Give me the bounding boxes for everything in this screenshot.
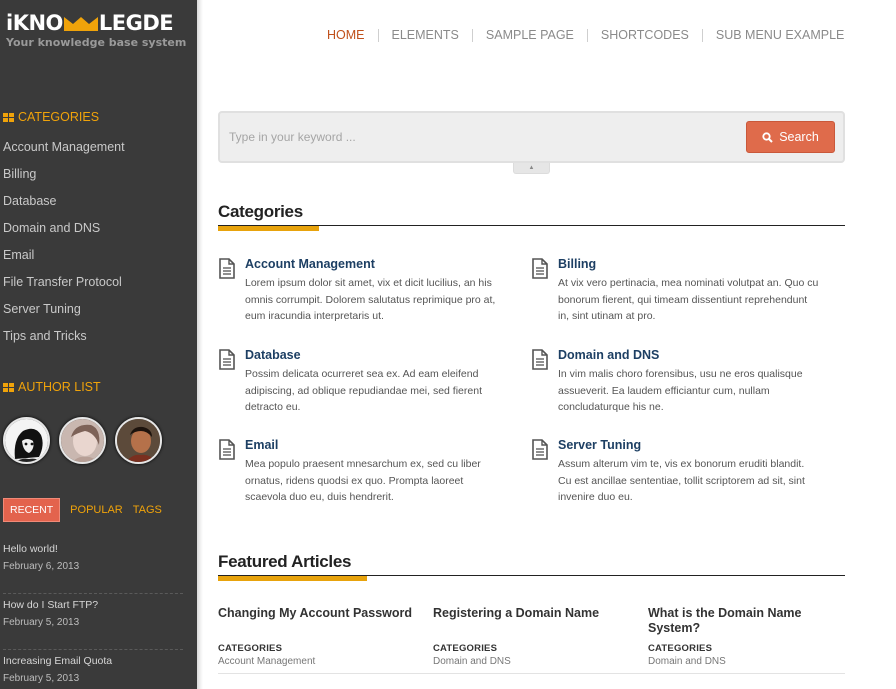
category-card-description: At vix vero pertinacia, mea nominati vol… bbox=[558, 277, 819, 322]
featured-article-category[interactable]: Domain and DNS bbox=[433, 656, 511, 667]
featured-article-category-label: CATEGORIES bbox=[218, 643, 283, 654]
sidebar-item-email[interactable]: Email bbox=[3, 247, 125, 274]
sidebar-item-domain-and-dns[interactable]: Domain and DNS bbox=[3, 220, 125, 247]
category-card-description: In vim malis choro forensibus, usu ne er… bbox=[558, 368, 803, 413]
sidebar-item-tips-and-tricks[interactable]: Tips and Tricks bbox=[3, 328, 125, 355]
featured-article-category-label: CATEGORIES bbox=[433, 643, 498, 654]
category-card-title[interactable]: Database bbox=[245, 348, 301, 362]
section-accent-bar bbox=[218, 226, 319, 231]
logo-title-left: iKNO bbox=[6, 11, 63, 35]
category-card-title[interactable]: Domain and DNS bbox=[558, 348, 659, 362]
main-nav: HOME ELEMENTS SAMPLE PAGE SHORTCODES SUB… bbox=[327, 28, 844, 42]
avatar[interactable] bbox=[115, 417, 162, 464]
search-icon bbox=[762, 131, 773, 143]
categories-heading: CATEGORIES bbox=[3, 110, 99, 124]
search-input[interactable] bbox=[220, 113, 740, 161]
category-card-title[interactable]: Email bbox=[245, 438, 278, 452]
list-item: How do I Start FTP? February 5, 2013 bbox=[3, 594, 183, 650]
nav-home[interactable]: HOME bbox=[327, 28, 365, 42]
nav-divider bbox=[471, 28, 473, 42]
category-card-description: Assum alterum vim te, vis ex bonorum eru… bbox=[558, 458, 805, 503]
nav-elements[interactable]: ELEMENTS bbox=[392, 28, 459, 42]
avatar[interactable] bbox=[3, 417, 50, 464]
author-portrait-icon bbox=[61, 419, 104, 462]
featured-article: What is the Domain Name System? CATEGORI… bbox=[648, 606, 828, 667]
list-item: Increasing Email Quota February 5, 2013 bbox=[3, 650, 183, 689]
featured-article-category[interactable]: Domain and DNS bbox=[648, 656, 726, 667]
sidebar-item-server-tuning[interactable]: Server Tuning bbox=[3, 301, 125, 328]
author-avatars bbox=[3, 417, 162, 464]
featured-article-title[interactable]: Registering a Domain Name bbox=[433, 606, 633, 621]
tab-tags[interactable]: TAGS bbox=[133, 504, 162, 516]
logo-title: iKNO LEGDE bbox=[6, 12, 186, 34]
nav-sample-page[interactable]: SAMPLE PAGE bbox=[486, 28, 574, 42]
featured-article-category[interactable]: Account Management bbox=[218, 656, 315, 667]
author-list-heading: AUTHOR LIST bbox=[3, 380, 101, 394]
nav-divider bbox=[377, 28, 379, 42]
document-icon bbox=[532, 439, 548, 460]
recent-post-title[interactable]: How do I Start FTP? bbox=[3, 594, 183, 611]
recent-post-date: February 5, 2013 bbox=[3, 617, 80, 628]
logo-title-right: LEGDE bbox=[98, 11, 174, 35]
list-item: Hello world! February 6, 2013 bbox=[3, 538, 183, 594]
category-card-description: Mea populo praesent mnesarchum ex, sed c… bbox=[245, 458, 481, 503]
tab-popular[interactable]: POPULAR bbox=[70, 504, 123, 516]
sidebar-item-account-management[interactable]: Account Management bbox=[3, 139, 125, 166]
sidebar-item-billing[interactable]: Billing bbox=[3, 166, 125, 193]
featured-article: Registering a Domain Name CATEGORIES Dom… bbox=[433, 606, 633, 667]
featured-article: Changing My Account Password CATEGORIES … bbox=[218, 606, 418, 667]
recent-post-title[interactable]: Increasing Email Quota bbox=[3, 650, 183, 667]
sidebar: iKNO LEGDE Your knowledge base system CA… bbox=[0, 0, 197, 689]
document-icon bbox=[219, 258, 235, 279]
featured-divider bbox=[218, 673, 845, 674]
search-button-label: Search bbox=[779, 130, 819, 144]
category-card-description: Possim delicata ocurreret sea ex. Ad eam… bbox=[245, 368, 482, 413]
recent-posts-list: Hello world! February 6, 2013 How do I S… bbox=[3, 538, 183, 689]
categories-title: Categories bbox=[218, 202, 303, 221]
document-icon bbox=[219, 439, 235, 460]
tab-recent[interactable]: RECENT bbox=[3, 498, 61, 522]
featured-article-title[interactable]: What is the Domain Name System? bbox=[648, 606, 828, 636]
document-icon bbox=[532, 258, 548, 279]
featured-article-title[interactable]: Changing My Account Password bbox=[218, 606, 418, 621]
nav-divider bbox=[701, 28, 703, 42]
sidebar-category-list: Account Management Billing Database Doma… bbox=[3, 139, 125, 355]
featured-article-category-label: CATEGORIES bbox=[648, 643, 713, 654]
nav-divider bbox=[586, 28, 588, 42]
sidebar-item-file-transfer-protocol[interactable]: File Transfer Protocol bbox=[3, 274, 125, 301]
logo-mark-icon bbox=[63, 17, 98, 31]
category-card-title[interactable]: Account Management bbox=[245, 257, 375, 271]
sidebar-edge bbox=[197, 0, 203, 689]
category-card-title[interactable]: Server Tuning bbox=[558, 438, 641, 452]
search-collapse-toggle[interactable]: ▲ bbox=[513, 163, 550, 174]
logo-tagline: Your knowledge base system bbox=[6, 36, 187, 49]
author-portrait-icon bbox=[117, 419, 160, 462]
section-accent-bar bbox=[218, 576, 367, 581]
category-card-description: Lorem ipsum dolor sit amet, vix et dicit… bbox=[245, 277, 496, 322]
featured-articles-title: Featured Articles bbox=[218, 552, 352, 571]
author-portrait-icon bbox=[5, 419, 48, 462]
document-icon bbox=[219, 349, 235, 370]
grid-icon bbox=[3, 112, 14, 122]
nav-shortcodes[interactable]: SHORTCODES bbox=[601, 28, 689, 42]
nav-sub-menu-example[interactable]: SUB MENU EXAMPLE bbox=[716, 28, 845, 42]
recent-post-date: February 5, 2013 bbox=[3, 673, 80, 684]
grid-icon bbox=[3, 382, 14, 392]
site-logo[interactable]: iKNO LEGDE Your knowledge base system bbox=[6, 12, 186, 49]
sidebar-item-database[interactable]: Database bbox=[3, 193, 125, 220]
document-icon bbox=[532, 349, 548, 370]
search-button[interactable]: Search bbox=[746, 121, 835, 153]
search-bar: Search bbox=[218, 111, 845, 163]
recent-post-date: February 6, 2013 bbox=[3, 561, 80, 572]
recent-post-title[interactable]: Hello world! bbox=[3, 538, 183, 555]
sidebar-tabs: RECENT POPULAR TAGS bbox=[3, 498, 162, 522]
category-card-title[interactable]: Billing bbox=[558, 257, 596, 271]
avatar[interactable] bbox=[59, 417, 106, 464]
